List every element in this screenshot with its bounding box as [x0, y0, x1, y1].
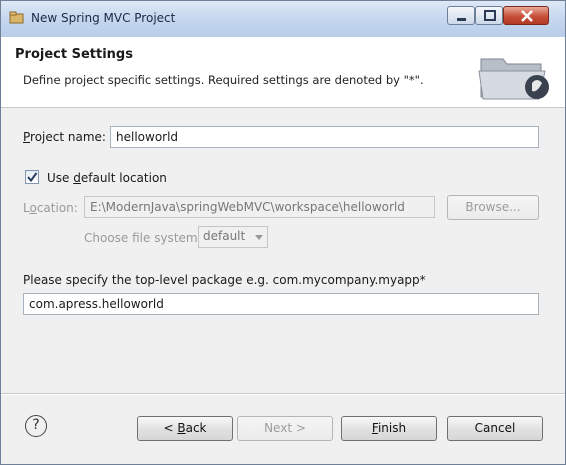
browse-button[interactable]: Browse... — [447, 195, 539, 220]
page-description: Define project specific settings. Requir… — [23, 73, 424, 87]
page-title: Project Settings — [15, 47, 133, 62]
back-button[interactable]: < Back — [137, 416, 233, 441]
minimize-button[interactable] — [447, 6, 475, 25]
dropdown-arrow-icon — [255, 235, 263, 240]
close-button[interactable] — [503, 6, 549, 25]
location-input[interactable]: E:\ModernJava\springWebMVC\workspace\hel… — [84, 196, 435, 218]
footer-separator — [1, 393, 565, 395]
wizard-folder-icon — [478, 58, 549, 100]
finish-button[interactable]: Finish — [341, 416, 437, 441]
file-system-select[interactable]: default — [198, 226, 268, 248]
project-name-input[interactable]: helloworld — [110, 126, 539, 148]
window-app-icon — [9, 11, 24, 24]
use-default-location-checkbox[interactable] — [25, 170, 39, 184]
window-title: New Spring MVC Project — [31, 11, 176, 25]
maximize-button[interactable] — [475, 6, 503, 25]
maximize-icon — [484, 10, 496, 21]
minimize-icon — [457, 18, 466, 21]
next-button[interactable]: Next > — [237, 416, 333, 441]
file-system-value: default — [203, 229, 246, 243]
use-default-location-label: Use default location — [47, 171, 167, 185]
package-prompt-label: Please specify the top-level package e.g… — [23, 273, 426, 287]
file-system-label: Choose file system: — [84, 231, 202, 245]
checkmark-icon — [27, 172, 38, 183]
help-icon[interactable]: ? — [25, 415, 47, 437]
package-input[interactable]: com.apress.helloworld — [23, 293, 539, 315]
cancel-button[interactable]: Cancel — [447, 416, 543, 441]
project-name-label: Project name: — [23, 130, 106, 144]
dialog-window: New Spring MVC Project Project Settings … — [0, 0, 566, 465]
location-label: Location: — [23, 201, 78, 215]
close-icon — [521, 10, 533, 22]
wizard-header: Project Settings Define project specific… — [1, 37, 565, 108]
title-bar[interactable]: New Spring MVC Project — [1, 1, 565, 37]
